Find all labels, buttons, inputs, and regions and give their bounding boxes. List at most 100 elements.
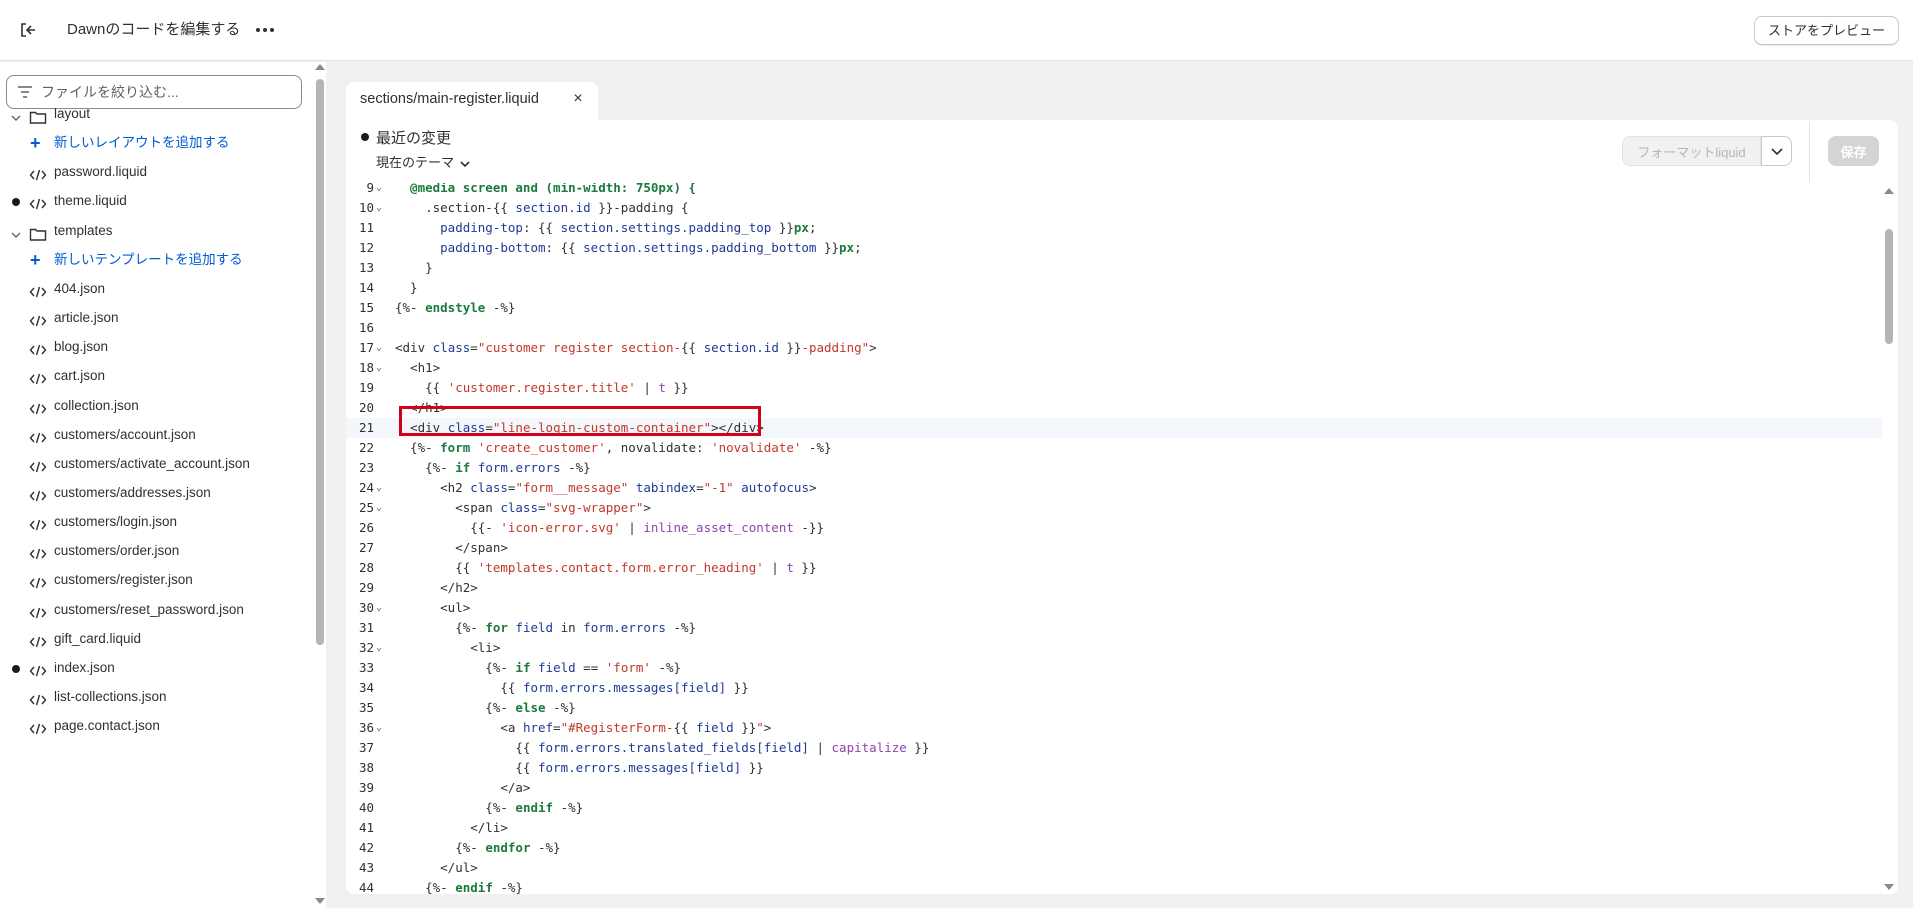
code-line[interactable]: 36 ⌄ <a href="#RegisterForm-{{ field }}">	[346, 718, 1882, 738]
fold-chevron-icon[interactable]: ⌄	[376, 358, 382, 378]
scroll-down-icon[interactable]	[1884, 884, 1894, 890]
file-item[interactable]: customers/reset_password.json	[0, 595, 310, 625]
code-token: 'templates.contact.form.error_heading'	[477, 560, 764, 575]
tab-main-register[interactable]: sections/main-register.liquid ×	[346, 82, 598, 120]
fold-chevron-icon[interactable]: ⌄	[376, 183, 382, 198]
code-line[interactable]: 29 </h2>	[346, 578, 1882, 598]
theme-version-select[interactable]: 現在のテーマ	[376, 152, 470, 171]
file-item[interactable]: index.json	[0, 653, 310, 683]
folder-templates[interactable]: templates	[0, 216, 310, 246]
code-line[interactable]: 23 {%- if form.errors -%}	[346, 458, 1882, 478]
editor-scrollbar[interactable]	[1882, 183, 1896, 894]
fold-chevron-icon[interactable]: ⌄	[376, 478, 382, 498]
code-text: {%- if form.errors -%}	[395, 458, 591, 478]
code-line[interactable]: 28 {{ 'templates.contact.form.error_head…	[346, 558, 1882, 578]
preview-store-button[interactable]: ストアをプレビュー	[1753, 16, 1899, 45]
code-line[interactable]: 10 ⌄ .section-{{ section.id }}-padding {	[346, 198, 1882, 218]
close-icon[interactable]: ×	[570, 91, 586, 107]
format-options-button[interactable]	[1761, 136, 1792, 166]
code-line[interactable]: 9 ⌄ @media screen and (min-width: 750px) …	[346, 183, 1882, 198]
format-liquid-button[interactable]: フォーマットliquid	[1622, 136, 1761, 166]
save-button[interactable]: 保存	[1828, 136, 1879, 166]
code-token: {{	[395, 680, 523, 695]
file-item[interactable]: article.json	[0, 303, 310, 333]
code-text: <h1>	[395, 358, 440, 378]
code-line[interactable]: 18 ⌄ <h1>	[346, 358, 1882, 378]
code-line[interactable]: 30 ⌄ <ul>	[346, 598, 1882, 618]
file-item[interactable]: customers/order.json	[0, 536, 310, 566]
file-item[interactable]: collection.json	[0, 391, 310, 421]
code-line[interactable]: 41 </li>	[346, 818, 1882, 838]
code-line[interactable]: 19 {{ 'customer.register.title' | t }}	[346, 378, 1882, 398]
code-line[interactable]: 43 </ul>	[346, 858, 1882, 878]
code-line[interactable]: 14 }	[346, 278, 1882, 298]
code-line[interactable]: 37 {{ form.errors.translated_fields[fiel…	[346, 738, 1882, 758]
file-item[interactable]: password.liquid	[0, 157, 310, 187]
code-line[interactable]: 32 ⌄ <li>	[346, 638, 1882, 658]
code-line[interactable]: 40 {%- endif -%}	[346, 798, 1882, 818]
folder-layout[interactable]: layout	[0, 99, 310, 129]
code-token: inline_asset_content	[643, 520, 794, 535]
code-file-icon	[29, 310, 47, 327]
chevron-down-icon[interactable]	[9, 223, 23, 238]
file-item[interactable]: 404.json	[0, 274, 310, 304]
code-token: form.errors.messages[field]	[522, 680, 727, 695]
recent-changes-title: 最近の変更	[376, 130, 452, 147]
file-item[interactable]: customers/register.json	[0, 565, 310, 595]
scroll-down-icon[interactable]	[315, 898, 325, 904]
file-item[interactable]: customers/activate_account.json	[0, 449, 310, 479]
code-line[interactable]: 34 {{ form.errors.messages[field] }}	[346, 678, 1882, 698]
code-token: {{	[395, 760, 538, 775]
file-item[interactable]: cart.json	[0, 361, 310, 391]
code-line[interactable]: 15 {%- endstyle -%}	[346, 298, 1882, 318]
code-line[interactable]: 25 ⌄ <span class="svg-wrapper">	[346, 498, 1882, 518]
fold-chevron-icon[interactable]: ⌄	[376, 498, 382, 518]
code-token: {%-	[395, 300, 426, 315]
code-line[interactable]: 11 padding-top: {{ section.settings.padd…	[346, 218, 1882, 238]
fold-chevron-icon[interactable]: ⌄	[376, 198, 382, 218]
file-item[interactable]: customers/login.json	[0, 507, 310, 537]
code-line[interactable]: 35 {%- else -%}	[346, 698, 1882, 718]
file-item[interactable]: blog.json	[0, 332, 310, 362]
file-item[interactable]: page.contact.json	[0, 711, 310, 741]
code-line[interactable]: 42 {%- endfor -%}	[346, 838, 1882, 858]
code-line[interactable]: 31 {%- for field in form.errors -%}	[346, 618, 1882, 638]
fold-chevron-icon[interactable]: ⌄	[376, 598, 382, 618]
code-line[interactable]: 12 padding-bottom: {{ section.settings.p…	[346, 238, 1882, 258]
plus-icon: +	[30, 249, 41, 270]
code-line[interactable]: 38 {{ form.errors.messages[field] }}	[346, 758, 1882, 778]
tree-item-label: cart.json	[54, 368, 106, 384]
code-line[interactable]: 33 {%- if field == 'form' -%}	[346, 658, 1882, 678]
file-item[interactable]: gift_card.liquid	[0, 624, 310, 654]
code-line[interactable]: 26 {{- 'icon-error.svg' | inline_asset_c…	[346, 518, 1882, 538]
code-line[interactable]: 27 </span>	[346, 538, 1882, 558]
file-item[interactable]: list-collections.json	[0, 682, 310, 712]
code-line[interactable]: 22 {%- form 'create_customer', novalidat…	[346, 438, 1882, 458]
code-token: {{	[681, 340, 704, 355]
code-line[interactable]: 24 ⌄ <h2 class="form__message" tabindex="…	[346, 478, 1882, 498]
file-item[interactable]: customers/addresses.json	[0, 478, 310, 508]
add-file-link[interactable]: + 新しいテンプレートを追加する	[0, 245, 310, 275]
more-options-icon[interactable]	[253, 20, 277, 40]
fold-chevron-icon[interactable]: ⌄	[376, 718, 382, 738]
exit-icon[interactable]	[18, 20, 38, 40]
code-token: </ul>	[395, 860, 478, 875]
code-line[interactable]: 13 }	[346, 258, 1882, 278]
sidebar-scrollbar[interactable]	[314, 62, 326, 908]
code-editor[interactable]: 9 ⌄ @media screen and (min-width: 750px) …	[346, 183, 1882, 894]
file-item[interactable]: theme.liquid	[0, 186, 310, 216]
code-token: -padding"	[801, 340, 870, 355]
code-line[interactable]: 16	[346, 318, 1882, 338]
chevron-down-icon[interactable]	[9, 106, 23, 121]
code-line[interactable]: 44 {%- endif -%}	[346, 878, 1882, 894]
sidebar-scroll-thumb[interactable]	[316, 79, 324, 645]
add-file-link[interactable]: + 新しいレイアウトを追加する	[0, 128, 310, 158]
scroll-up-icon[interactable]	[315, 64, 325, 70]
code-line[interactable]: 39 </a>	[346, 778, 1882, 798]
editor-scroll-thumb[interactable]	[1885, 229, 1893, 344]
code-line[interactable]: 17 ⌄ <div class="customer register section…	[346, 338, 1882, 358]
fold-chevron-icon[interactable]: ⌄	[376, 638, 382, 658]
fold-chevron-icon[interactable]: ⌄	[376, 338, 382, 358]
scroll-up-icon[interactable]	[1884, 188, 1894, 194]
file-item[interactable]: customers/account.json	[0, 420, 310, 450]
